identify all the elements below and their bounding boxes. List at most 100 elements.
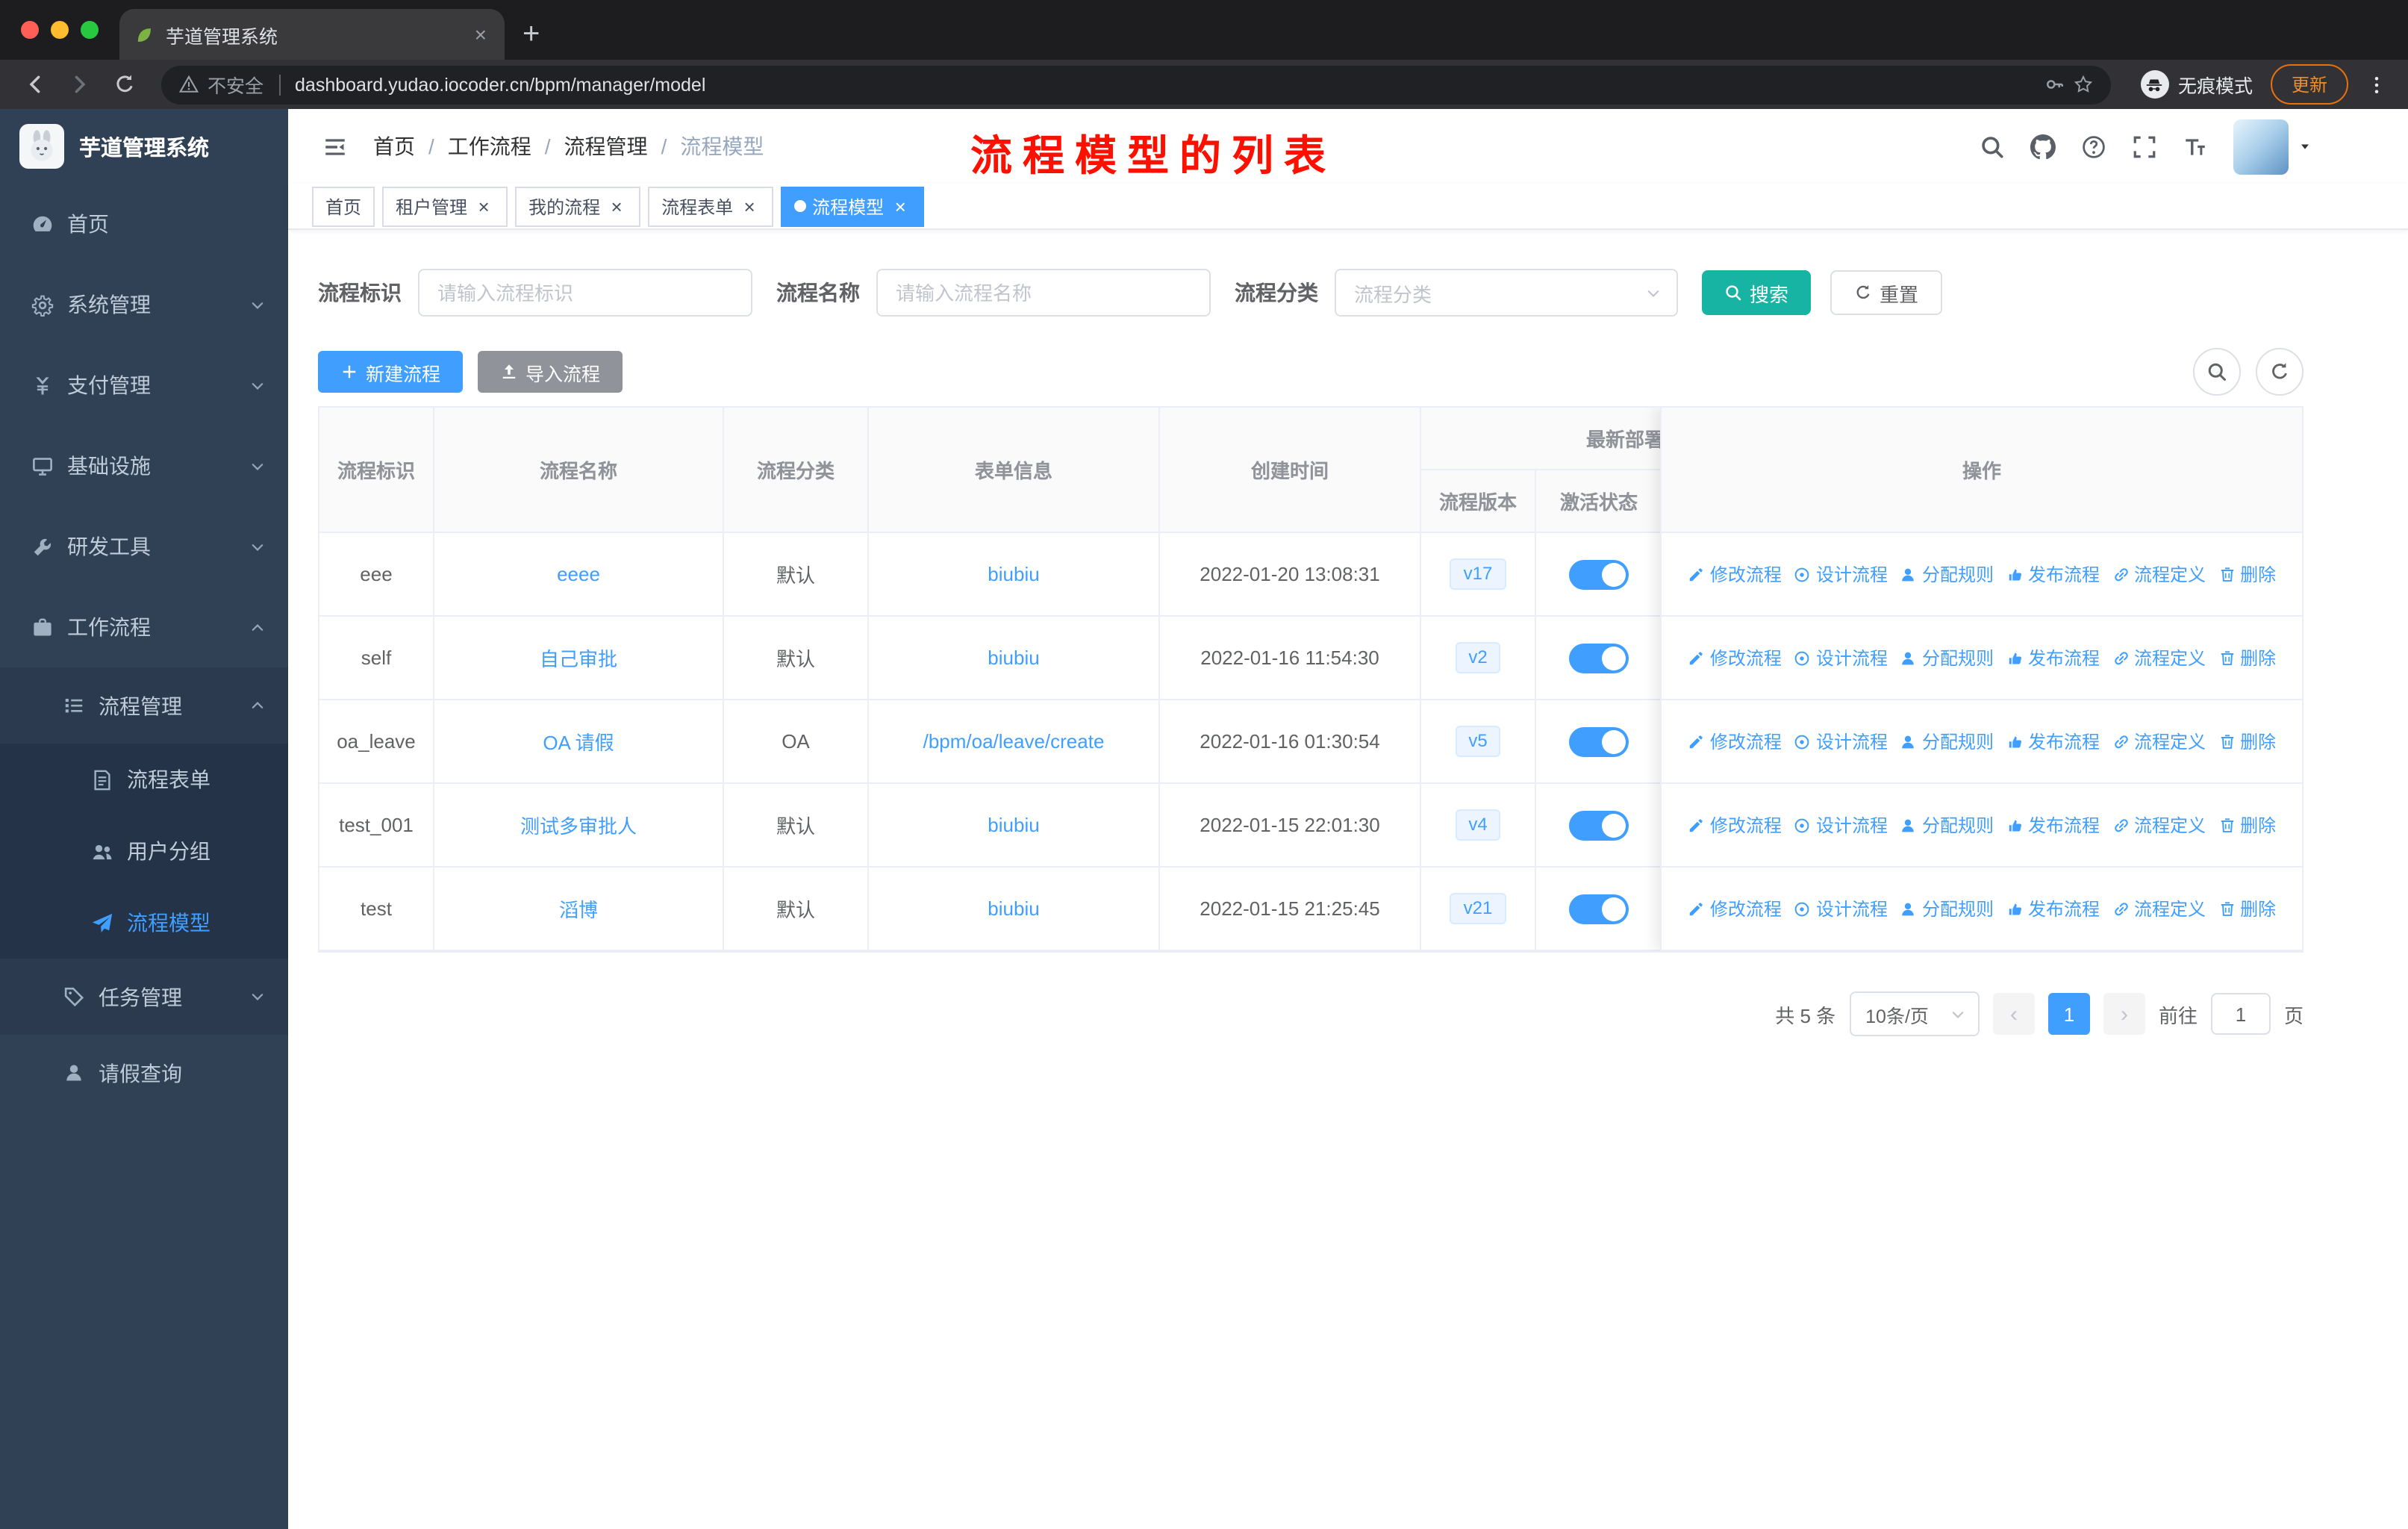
modify-flow-link[interactable]: 修改流程 bbox=[1688, 812, 1782, 838]
github-icon[interactable] bbox=[2030, 134, 2056, 159]
sidebar-item-payment[interactable]: 支付管理 bbox=[0, 345, 288, 426]
process-name-text[interactable]: OA 请假 bbox=[543, 727, 614, 756]
publish-flow-link[interactable]: 发布流程 bbox=[2006, 645, 2100, 670]
collapse-sidebar-icon[interactable] bbox=[322, 134, 348, 159]
toggle-search-button[interactable] bbox=[2193, 348, 2241, 396]
modify-flow-link[interactable]: 修改流程 bbox=[1688, 896, 1782, 921]
page-1-button[interactable]: 1 bbox=[2047, 993, 2090, 1035]
process-name-link[interactable]: 测试多审批人 bbox=[434, 784, 724, 868]
process-name-text[interactable]: 测试多审批人 bbox=[520, 811, 637, 839]
address-bar[interactable]: 不安全 dashboard.yudao.iocoder.cn/bpm/manag… bbox=[161, 65, 2111, 104]
user-avatar[interactable] bbox=[2233, 119, 2312, 174]
form-info-link[interactable]: biubiu bbox=[869, 617, 1160, 700]
active-toggle[interactable] bbox=[1569, 726, 1629, 756]
tab-tenant-management[interactable]: 租户管理 × bbox=[382, 186, 508, 226]
font-size-icon[interactable] bbox=[2183, 134, 2208, 159]
sidebar-item-task-management[interactable]: 任务管理 bbox=[0, 959, 288, 1035]
delete-link[interactable]: 删除 bbox=[2218, 561, 2276, 587]
process-name-link[interactable]: 滔博 bbox=[434, 868, 724, 951]
tab-my-process[interactable]: 我的流程 × bbox=[515, 186, 641, 226]
assign-rule-link[interactable]: 分配规则 bbox=[1900, 729, 1994, 754]
sidebar-item-system[interactable]: 系统管理 bbox=[0, 264, 288, 345]
back-icon[interactable] bbox=[15, 73, 54, 96]
process-name-link[interactable]: 自己审批 bbox=[434, 617, 724, 700]
close-icon[interactable]: × bbox=[739, 196, 760, 217]
form-info-text[interactable]: /bpm/oa/leave/create bbox=[923, 730, 1105, 753]
sidebar-item-process-form[interactable]: 流程表单 bbox=[0, 744, 288, 815]
tab-process-model[interactable]: 流程模型 × bbox=[781, 186, 925, 226]
delete-link[interactable]: 删除 bbox=[2218, 812, 2276, 838]
delete-link[interactable]: 删除 bbox=[2218, 645, 2276, 670]
search-icon[interactable] bbox=[1980, 134, 2005, 159]
assign-rule-link[interactable]: 分配规则 bbox=[1900, 812, 1994, 838]
form-info-text[interactable]: biubiu bbox=[988, 814, 1039, 836]
form-info-text[interactable]: biubiu bbox=[988, 897, 1039, 920]
sidebar-item-workflow[interactable]: 工作流程 bbox=[0, 587, 288, 667]
process-id-input[interactable] bbox=[418, 269, 752, 317]
process-name-text[interactable]: 滔博 bbox=[559, 894, 598, 923]
sidebar-item-infrastructure[interactable]: 基础设施 bbox=[0, 426, 288, 506]
minimize-window-button[interactable] bbox=[51, 21, 69, 39]
modify-flow-link[interactable]: 修改流程 bbox=[1688, 645, 1782, 670]
modify-flow-link[interactable]: 修改流程 bbox=[1688, 729, 1782, 754]
form-info-text[interactable]: biubiu bbox=[988, 647, 1039, 669]
active-toggle[interactable] bbox=[1569, 559, 1629, 589]
design-flow-link[interactable]: 设计流程 bbox=[1794, 645, 1888, 670]
search-button[interactable]: 搜索 bbox=[1702, 270, 1812, 315]
publish-flow-link[interactable]: 发布流程 bbox=[2006, 896, 2100, 921]
page-size-select[interactable]: 10条/页 bbox=[1849, 991, 1980, 1036]
flow-definition-link[interactable]: 流程定义 bbox=[2112, 645, 2206, 670]
reload-icon[interactable] bbox=[105, 73, 143, 96]
tab-home[interactable]: 首页 bbox=[312, 186, 375, 226]
sidebar-item-dev-tools[interactable]: 研发工具 bbox=[0, 506, 288, 587]
assign-rule-link[interactable]: 分配规则 bbox=[1900, 561, 1994, 587]
assign-rule-link[interactable]: 分配规则 bbox=[1900, 896, 1994, 921]
active-toggle[interactable] bbox=[1569, 894, 1629, 924]
import-process-button[interactable]: 导入流程 bbox=[478, 351, 623, 393]
close-tab-icon[interactable]: × bbox=[472, 22, 490, 46]
process-name-link[interactable]: OA 请假 bbox=[434, 700, 724, 784]
flow-definition-link[interactable]: 流程定义 bbox=[2112, 896, 2206, 921]
forward-icon[interactable] bbox=[60, 73, 99, 96]
sidebar-item-leave-query[interactable]: 请假查询 bbox=[0, 1035, 288, 1111]
goto-page-input[interactable] bbox=[2210, 993, 2271, 1035]
bookmark-star-icon[interactable] bbox=[2074, 75, 2093, 94]
active-toggle[interactable] bbox=[1569, 810, 1629, 840]
next-page-button[interactable]: › bbox=[2103, 993, 2145, 1035]
form-info-link[interactable]: biubiu bbox=[869, 784, 1160, 868]
fullscreen-icon[interactable] bbox=[2132, 134, 2157, 159]
design-flow-link[interactable]: 设计流程 bbox=[1794, 896, 1888, 921]
app-logo[interactable]: 芋道管理系统 bbox=[0, 109, 288, 184]
close-icon[interactable]: × bbox=[473, 196, 494, 217]
flow-definition-link[interactable]: 流程定义 bbox=[2112, 729, 2206, 754]
update-button[interactable]: 更新 bbox=[2270, 64, 2348, 105]
process-name-text[interactable]: 自己审批 bbox=[540, 644, 617, 672]
refresh-table-button[interactable] bbox=[2256, 348, 2303, 396]
new-tab-button[interactable]: + bbox=[523, 18, 540, 52]
create-process-button[interactable]: 新建流程 bbox=[318, 351, 464, 393]
prev-page-button[interactable]: ‹ bbox=[1992, 993, 2035, 1035]
process-name-text[interactable]: eeee bbox=[557, 563, 600, 585]
form-info-text[interactable]: biubiu bbox=[988, 563, 1039, 585]
browser-tab[interactable]: 芋道管理系统 × bbox=[119, 9, 505, 60]
sidebar-item-user-group[interactable]: 用户分组 bbox=[0, 815, 288, 887]
form-info-link[interactable]: biubiu bbox=[869, 868, 1160, 951]
sidebar-item-home[interactable]: 首页 bbox=[0, 184, 288, 264]
breadcrumb-item[interactable]: 工作流程 bbox=[448, 131, 531, 161]
design-flow-link[interactable]: 设计流程 bbox=[1794, 812, 1888, 838]
zoom-window-button[interactable] bbox=[81, 21, 99, 39]
process-name-link[interactable]: eeee bbox=[434, 533, 724, 617]
process-name-input[interactable] bbox=[876, 269, 1211, 317]
close-window-button[interactable] bbox=[21, 21, 39, 39]
breadcrumb-item[interactable]: 首页 bbox=[373, 131, 415, 161]
publish-flow-link[interactable]: 发布流程 bbox=[2006, 812, 2100, 838]
assign-rule-link[interactable]: 分配规则 bbox=[1900, 645, 1994, 670]
flow-definition-link[interactable]: 流程定义 bbox=[2112, 812, 2206, 838]
category-select[interactable]: 流程分类 bbox=[1335, 269, 1678, 317]
modify-flow-link[interactable]: 修改流程 bbox=[1688, 561, 1782, 587]
form-info-link[interactable]: biubiu bbox=[869, 533, 1160, 617]
design-flow-link[interactable]: 设计流程 bbox=[1794, 561, 1888, 587]
sidebar-item-process-model[interactable]: 流程模型 bbox=[0, 887, 288, 959]
publish-flow-link[interactable]: 发布流程 bbox=[2006, 561, 2100, 587]
reset-button[interactable]: 重置 bbox=[1830, 270, 1943, 315]
